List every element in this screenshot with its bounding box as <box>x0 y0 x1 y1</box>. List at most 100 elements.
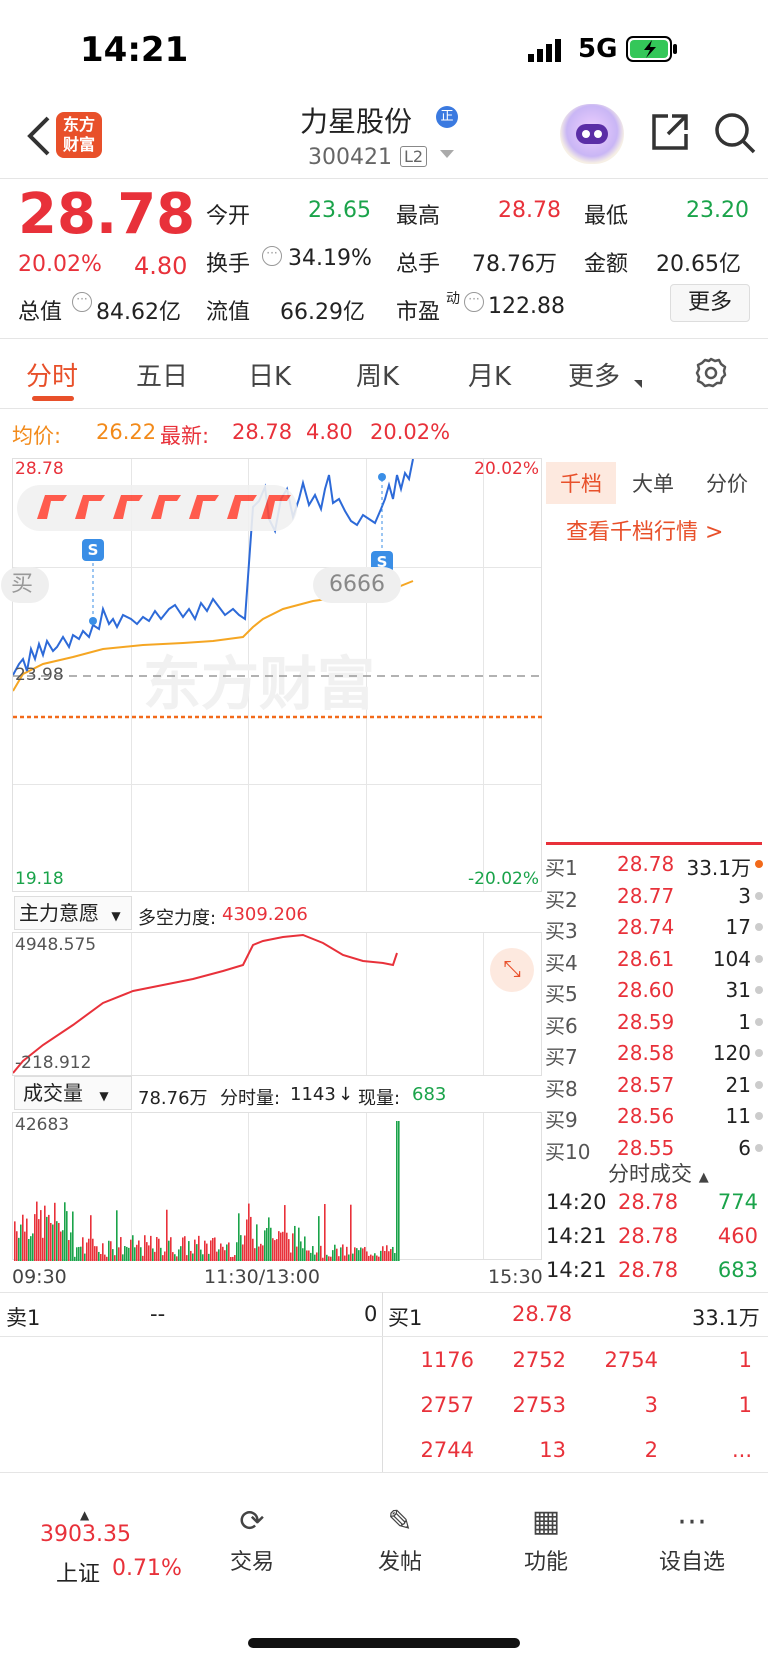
indicator-selector[interactable]: 主力意愿 ▼ <box>14 896 132 930</box>
tab-underline <box>32 396 74 401</box>
bid-row[interactable]: 买3 28.74 17 <box>545 915 763 946</box>
brand-logo: 东方 财富 <box>56 112 102 158</box>
volume-selector[interactable]: 成交量 ▼ <box>14 1076 132 1110</box>
bid-row[interactable]: 买4 28.61 104 <box>545 947 763 978</box>
bid-qty: 33.1万 <box>686 856 751 880</box>
volume-bar <box>154 1251 156 1261</box>
volume-bar <box>16 1231 18 1261</box>
volume-bar <box>230 1256 232 1261</box>
bid-price: 28.74 <box>617 915 675 939</box>
bid-qty: 120 <box>712 1041 751 1065</box>
volume-bar <box>78 1246 80 1261</box>
share-icon[interactable] <box>648 110 692 158</box>
info-icon[interactable]: ··· <box>72 292 92 312</box>
volume-bar <box>252 1238 254 1261</box>
status-time: 14:21 <box>80 30 189 70</box>
amount-value: 20.65亿 <box>656 252 741 277</box>
bid-row[interactable]: 买8 28.57 21 <box>545 1073 763 1104</box>
tab-weekly-k[interactable]: 周K <box>356 356 399 393</box>
search-icon[interactable] <box>712 110 758 160</box>
settings-icon[interactable] <box>694 356 728 394</box>
bid-row[interactable]: 买5 28.60 31 <box>545 978 763 1009</box>
tab-big-order[interactable]: 大单 <box>632 468 674 498</box>
count-pill[interactable]: 6666 <box>313 567 401 603</box>
turnover-value: 34.19% <box>288 246 372 271</box>
volume-bar <box>74 1256 76 1261</box>
bid-row[interactable]: 买2 28.77 3 <box>545 884 763 915</box>
intraday-chart[interactable]: 东方财富 28.78 20.02% 23.98 19.18 -20.02% S … <box>1 458 543 892</box>
expand-icon[interactable]: ⤡ <box>490 948 534 992</box>
tab-daily-k[interactable]: 日K <box>248 356 291 393</box>
volume-bar <box>80 1246 82 1261</box>
tab-intraday[interactable]: 分时 <box>26 356 78 393</box>
float-label: 流值 <box>206 300 251 325</box>
volume-bar <box>122 1254 124 1261</box>
volume-bar <box>48 1214 50 1261</box>
assistant-avatar[interactable] <box>560 104 624 164</box>
volume-bar <box>394 1253 396 1261</box>
volume-bar <box>262 1245 264 1261</box>
tab-more[interactable]: 更多 <box>568 356 620 393</box>
mktcap-value: 84.62亿 <box>96 300 181 325</box>
volume-bar <box>40 1210 42 1261</box>
bid-row[interactable]: 买7 28.58 120 <box>545 1041 763 1072</box>
volume-bar <box>102 1243 104 1261</box>
volume-bar <box>220 1243 222 1261</box>
nav-trade[interactable]: ⟳ 交易 <box>192 1500 312 1576</box>
time-volume-label: 分时量: <box>220 1088 281 1109</box>
volume-bar <box>70 1232 72 1261</box>
volume-bar <box>146 1242 148 1261</box>
bid-row[interactable]: 买9 28.56 11 <box>545 1104 763 1135</box>
volume-bar <box>350 1204 352 1261</box>
volume-bar <box>142 1255 144 1261</box>
buy-pill[interactable]: 买 <box>1 567 50 603</box>
volume-bar <box>14 1221 16 1261</box>
last-change: 4.80 <box>306 420 353 444</box>
queue-cell: 1 <box>738 1393 752 1417</box>
bid-label: 买5 <box>545 982 578 1006</box>
tab-price-dist[interactable]: 分价 <box>706 468 748 498</box>
nav-apps[interactable]: ▦ 功能 <box>486 1500 606 1576</box>
chart-top-price: 28.78 <box>15 459 64 479</box>
volume-bar <box>256 1224 258 1261</box>
volume-bar <box>96 1246 98 1261</box>
dropdown-icon[interactable] <box>440 150 454 158</box>
more-button[interactable]: 更多 <box>670 284 750 322</box>
volume-bar <box>208 1253 210 1261</box>
time-open: 09:30 <box>12 1266 67 1288</box>
bid-row[interactable]: 买6 28.59 1 <box>545 1010 763 1041</box>
tab-monthly-k[interactable]: 月K <box>468 356 511 393</box>
tick-price: 28.78 <box>618 1190 679 1214</box>
volume-bar <box>90 1215 92 1261</box>
tick-row: 14:21 28.78 683 <box>546 1258 762 1288</box>
volume-bar <box>308 1250 310 1261</box>
volume-chart[interactable]: 42683 <box>12 1112 542 1261</box>
home-indicator[interactable] <box>248 1638 520 1648</box>
depth-link[interactable]: 查看千档行情 > <box>566 514 723 546</box>
nav-post[interactable]: ✎ 发帖 <box>340 1500 460 1576</box>
nav-add-watchlist[interactable]: ⋯ 设自选 <box>632 1500 752 1576</box>
volume-bar <box>286 1232 288 1261</box>
tab-5day[interactable]: 五日 <box>136 356 188 393</box>
info-icon[interactable]: ··· <box>464 292 484 312</box>
volume-bar <box>192 1253 194 1261</box>
bid-dot-icon <box>755 923 763 931</box>
volume-bar <box>140 1247 142 1261</box>
bid-qty: 17 <box>725 915 751 939</box>
queue-cell: 2753 <box>512 1393 566 1417</box>
volume-bar <box>368 1255 370 1261</box>
info-icon[interactable]: ··· <box>262 246 282 266</box>
s-signal-icon[interactable]: S <box>82 539 104 561</box>
ticks-header[interactable]: 分时成交 ▲ <box>608 1158 709 1188</box>
tab-depth[interactable]: 千档 <box>546 462 616 504</box>
indicator-max: 4948.575 <box>15 935 97 955</box>
back-icon[interactable] <box>18 110 58 162</box>
tick-volume: 460 <box>717 1224 758 1248</box>
indicator-chart[interactable]: 4948.575 -218.912 <box>12 932 542 1076</box>
volume-bar <box>112 1249 114 1261</box>
stock-name: 力星股份 <box>300 105 413 138</box>
mktcap-label: 总值 <box>18 300 63 325</box>
queue-cell: 2754 <box>604 1348 658 1372</box>
bid-row[interactable]: 买1 28.78 33.1万 <box>545 852 763 883</box>
level-badge[interactable]: L2 <box>400 146 428 167</box>
